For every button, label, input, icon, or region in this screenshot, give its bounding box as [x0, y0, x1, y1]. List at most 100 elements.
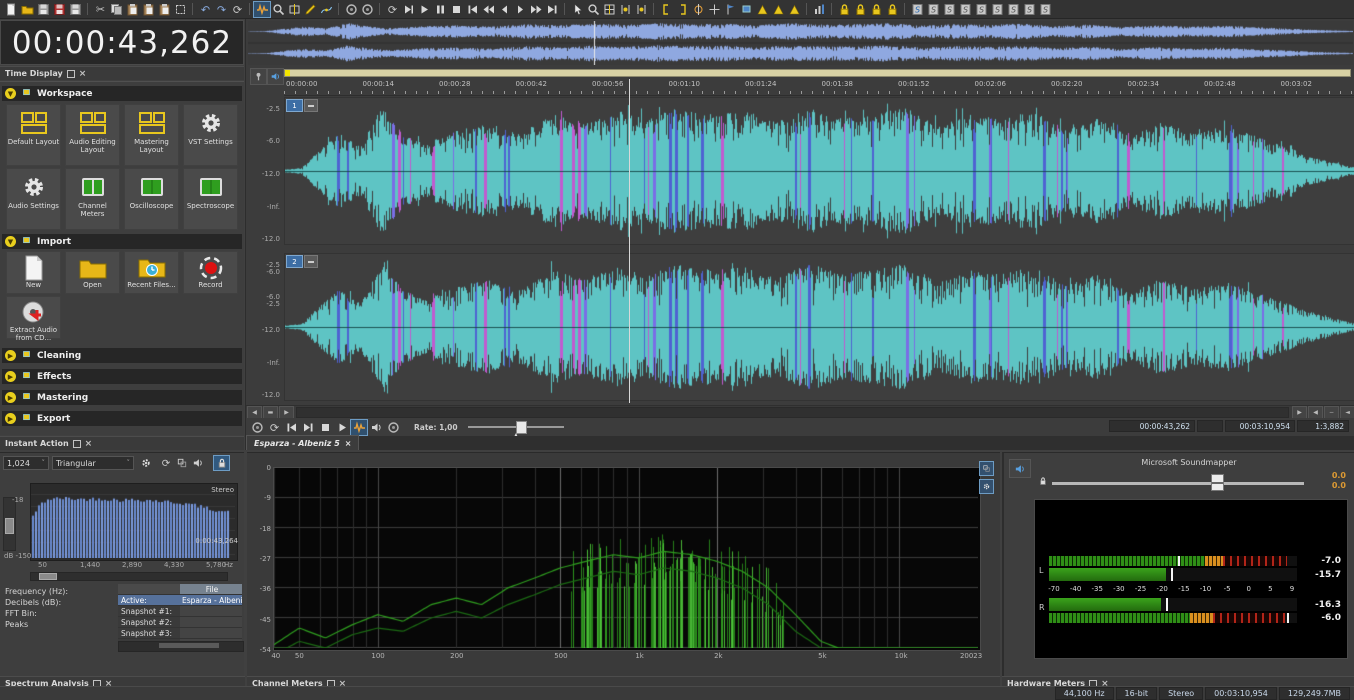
paste-button[interactable]: [124, 2, 140, 17]
slider-handle[interactable]: [39, 573, 57, 580]
insert-region-button[interactable]: [738, 2, 754, 17]
repeat-button[interactable]: ⟳: [229, 2, 245, 17]
play-normal-button[interactable]: [350, 418, 368, 436]
selection-end-button[interactable]: [674, 2, 690, 17]
go-to-end-button[interactable]: [544, 2, 560, 17]
collapse-icon[interactable]: ▼: [5, 88, 16, 99]
loop-playback-button[interactable]: ⟳: [384, 2, 400, 17]
redo-button[interactable]: ↷: [213, 2, 229, 17]
insert-marker-button[interactable]: [722, 2, 738, 17]
table-row-active[interactable]: Active:Esparza - Albeniz 5: [118, 595, 242, 606]
magnify-tool-button[interactable]: [270, 2, 286, 17]
edit-tool-button[interactable]: [253, 0, 271, 18]
event-tool-button[interactable]: [286, 2, 302, 17]
pause-button[interactable]: [432, 2, 448, 17]
scroll-right-button[interactable]: ▶: [279, 405, 294, 419]
document-tab[interactable]: Esparza - Albeniz 5 ×: [246, 435, 360, 450]
scroll-drag-button[interactable]: ▬: [263, 405, 278, 419]
close-document-icon[interactable]: ×: [345, 439, 352, 448]
section-header-mastering[interactable]: ▶ Mastering: [2, 390, 242, 405]
action-tile-channel-meters[interactable]: Channel Meters: [65, 168, 120, 230]
time-ruler[interactable]: 00:00:00 00:00:14 00:00:28 00:00:42 00:00:56…: [284, 79, 1354, 96]
peak-tool-2-button[interactable]: [770, 2, 786, 17]
zoom-in-time-button[interactable]: ▶: [1292, 405, 1307, 419]
go-to-start-button[interactable]: [464, 2, 480, 17]
action-tile-open[interactable]: Open: [65, 251, 120, 294]
stop-button[interactable]: [448, 2, 464, 17]
script-2-button[interactable]: S: [941, 2, 957, 17]
close-panel-icon[interactable]: ×: [85, 439, 93, 448]
action-tile-oscilloscope[interactable]: Oscilloscope: [124, 168, 179, 230]
collapse-icon[interactable]: ▼: [5, 236, 16, 247]
snap-to-zero-button[interactable]: [617, 2, 633, 17]
volume-fader-track[interactable]: [1052, 482, 1304, 485]
section-header-workspace[interactable]: ▼ Workspace: [2, 86, 242, 101]
overview-position-bar[interactable]: [284, 69, 1351, 77]
panel-tab-instant-action[interactable]: Instant Action ×: [0, 436, 244, 450]
table-row-snapshot[interactable]: Snapshot #3:: [118, 628, 242, 639]
lock-loop-length-button[interactable]: [852, 2, 868, 17]
fast-forward-button[interactable]: [528, 2, 544, 17]
spectrum-zoom-slider[interactable]: [3, 497, 16, 551]
expand-icon[interactable]: ▶: [5, 350, 16, 361]
bypass-fx-button[interactable]: [359, 2, 375, 17]
play-button[interactable]: [416, 2, 432, 17]
selection-tool-button[interactable]: [569, 2, 585, 17]
peak-tool-3-button[interactable]: [786, 2, 802, 17]
fft-size-select[interactable]: 1,024 ˅: [3, 456, 49, 470]
script-4-button[interactable]: S: [973, 2, 989, 17]
table-scrollbar[interactable]: [118, 641, 244, 652]
selection-start-button[interactable]: [658, 2, 674, 17]
zoom-out-time-button[interactable]: ◀: [1308, 405, 1323, 419]
table-row-snapshot[interactable]: Snapshot #2:: [118, 617, 242, 628]
sync-cursor-button[interactable]: [690, 2, 706, 17]
section-header-cleaning[interactable]: ▶ Cleaning: [2, 348, 242, 363]
save-button[interactable]: [35, 2, 51, 17]
action-tile-vst-settings[interactable]: VST Settings: [183, 104, 238, 166]
script-5-button[interactable]: S: [989, 2, 1005, 17]
action-tile-new[interactable]: New: [6, 251, 61, 294]
rewind-button[interactable]: [480, 2, 496, 17]
section-header-export[interactable]: ▶ Export: [2, 411, 242, 426]
lock-button[interactable]: [213, 455, 230, 471]
section-header-effects[interactable]: ▶ Effects: [2, 369, 242, 384]
waveform-channel-2[interactable]: [284, 253, 1354, 401]
save-all-button[interactable]: [67, 2, 83, 17]
volume-fader-handle[interactable]: [1211, 474, 1224, 491]
action-tile-record[interactable]: Record: [183, 251, 238, 294]
center-cursor-button[interactable]: [706, 2, 722, 17]
rate-slider[interactable]: ▲: [467, 421, 564, 439]
pencil-tool-button[interactable]: [302, 2, 318, 17]
play-button[interactable]: [334, 420, 350, 435]
lock-event-edges-button[interactable]: [868, 2, 884, 17]
undo-button[interactable]: ↶: [197, 2, 213, 17]
scrollbar-trough[interactable]: [296, 406, 1289, 418]
zoom-out-full-button[interactable]: −: [1324, 405, 1339, 419]
action-tile-spectroscope[interactable]: Spectroscope: [183, 168, 238, 230]
action-tile-audio-editing-layout[interactable]: Audio Editing Layout: [65, 104, 120, 166]
monitor-speaker-button[interactable]: [190, 456, 205, 470]
script-6-button[interactable]: S: [1005, 2, 1021, 17]
auto-preview-button[interactable]: [343, 2, 359, 17]
settings-button[interactable]: [138, 456, 153, 470]
snap-to-marker-button[interactable]: [633, 2, 649, 17]
script-7-button[interactable]: S: [1021, 2, 1037, 17]
overview-bar[interactable]: [248, 21, 1353, 65]
peak-tool-1-button[interactable]: [754, 2, 770, 17]
save-as-button[interactable]: [51, 2, 67, 17]
stop-button[interactable]: [317, 420, 333, 435]
zoom-selection-button[interactable]: ◄: [1340, 405, 1354, 419]
action-tile-recent-files-[interactable]: Recent Files...: [124, 251, 179, 294]
channel-number-button[interactable]: 2: [286, 255, 303, 268]
open-file-button[interactable]: [19, 2, 35, 17]
channel-minimize-button[interactable]: [304, 99, 318, 112]
script-3-button[interactable]: S: [957, 2, 973, 17]
loop-playback-button[interactable]: ⟳: [266, 420, 282, 435]
record-button[interactable]: [249, 420, 265, 435]
mix-paste-button[interactable]: [156, 2, 172, 17]
meter-hold-button[interactable]: [979, 461, 994, 476]
scroll-left-button[interactable]: ◀: [247, 405, 262, 419]
slider-handle[interactable]: [5, 518, 14, 534]
hold-button[interactable]: [174, 456, 189, 470]
zoom-selection-button[interactable]: [585, 2, 601, 17]
